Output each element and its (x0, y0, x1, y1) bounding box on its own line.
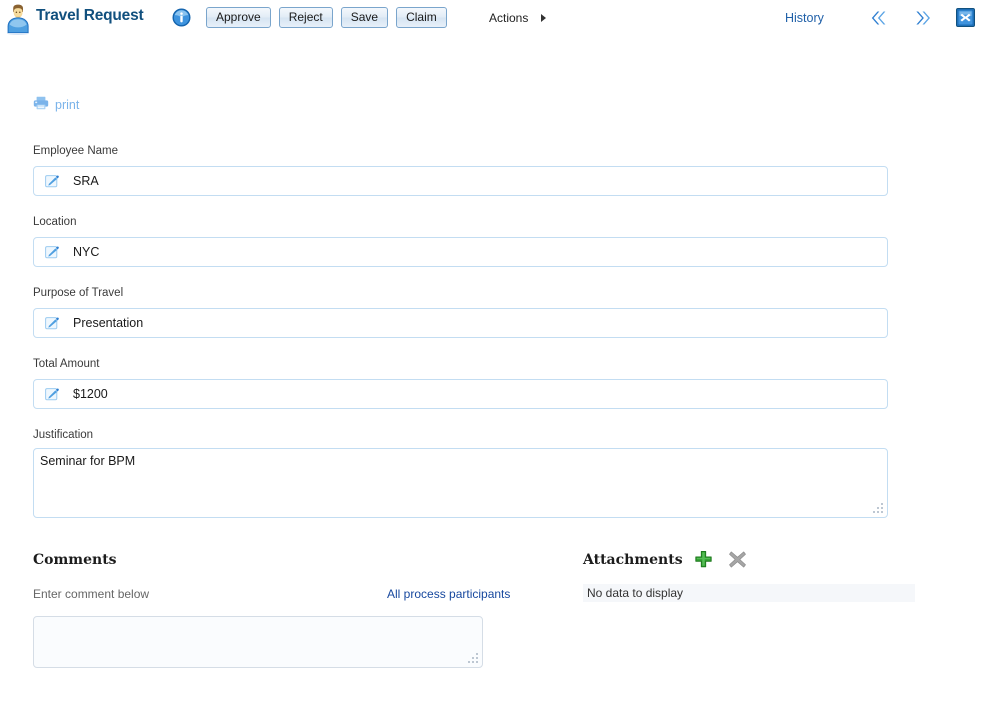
attachments-empty-message: No data to display (587, 586, 684, 600)
plus-icon[interactable] (694, 550, 713, 569)
employee-name-value: SRA (73, 174, 99, 188)
close-icon[interactable] (956, 8, 975, 27)
actions-menu[interactable]: Actions (489, 11, 547, 25)
comments-section-title: Comments (33, 552, 117, 568)
history-link[interactable]: History (785, 11, 824, 25)
approve-button[interactable]: Approve (206, 7, 271, 28)
total-amount-label: Total Amount (33, 358, 100, 370)
caret-right-icon (541, 14, 547, 22)
edit-icon (45, 174, 60, 189)
claim-button[interactable]: Claim (396, 7, 447, 28)
comment-textarea[interactable] (33, 616, 483, 668)
edit-icon (45, 245, 60, 260)
resize-handle[interactable] (873, 503, 884, 514)
reject-button[interactable]: Reject (278, 7, 333, 28)
attachments-section-title: Attachments (583, 552, 683, 568)
action-button-bar: Approve Reject Save Claim (206, 7, 447, 28)
justification-textarea[interactable]: Seminar for BPM (33, 448, 888, 518)
employee-name-label: Employee Name (33, 145, 119, 157)
user-avatar-icon (3, 4, 33, 35)
location-input[interactable]: NYC (33, 237, 888, 267)
printer-icon (33, 96, 49, 113)
double-chevron-right-icon[interactable] (912, 8, 932, 28)
total-amount-value: $1200 (73, 387, 108, 401)
delete-x-icon[interactable] (728, 550, 747, 569)
location-label: Location (33, 216, 77, 228)
total-amount-input[interactable]: $1200 (33, 379, 888, 409)
double-chevron-left-icon[interactable] (868, 8, 888, 28)
print-link[interactable]: print (33, 96, 79, 113)
save-button[interactable]: Save (340, 7, 389, 28)
purpose-of-travel-input[interactable]: Presentation (33, 308, 888, 338)
edit-icon (45, 316, 60, 331)
info-icon[interactable] (172, 8, 191, 27)
page-title: Travel Request (36, 7, 144, 24)
location-value: NYC (73, 245, 100, 259)
justification-value: Seminar for BPM (40, 454, 136, 468)
purpose-of-travel-label: Purpose of Travel (33, 287, 124, 299)
comments-note: Enter comment below (33, 587, 150, 601)
purpose-of-travel-value: Presentation (73, 316, 144, 330)
justification-label: Justification (33, 429, 94, 441)
edit-icon (45, 387, 60, 402)
employee-name-input[interactable]: SRA (33, 166, 888, 196)
print-label: print (55, 97, 80, 112)
resize-handle[interactable] (468, 653, 479, 664)
actions-menu-label: Actions (489, 11, 529, 25)
page-header: Travel Request Approve Reject Save Claim… (0, 0, 981, 38)
all-process-participants-link[interactable]: All process participants (387, 587, 510, 601)
